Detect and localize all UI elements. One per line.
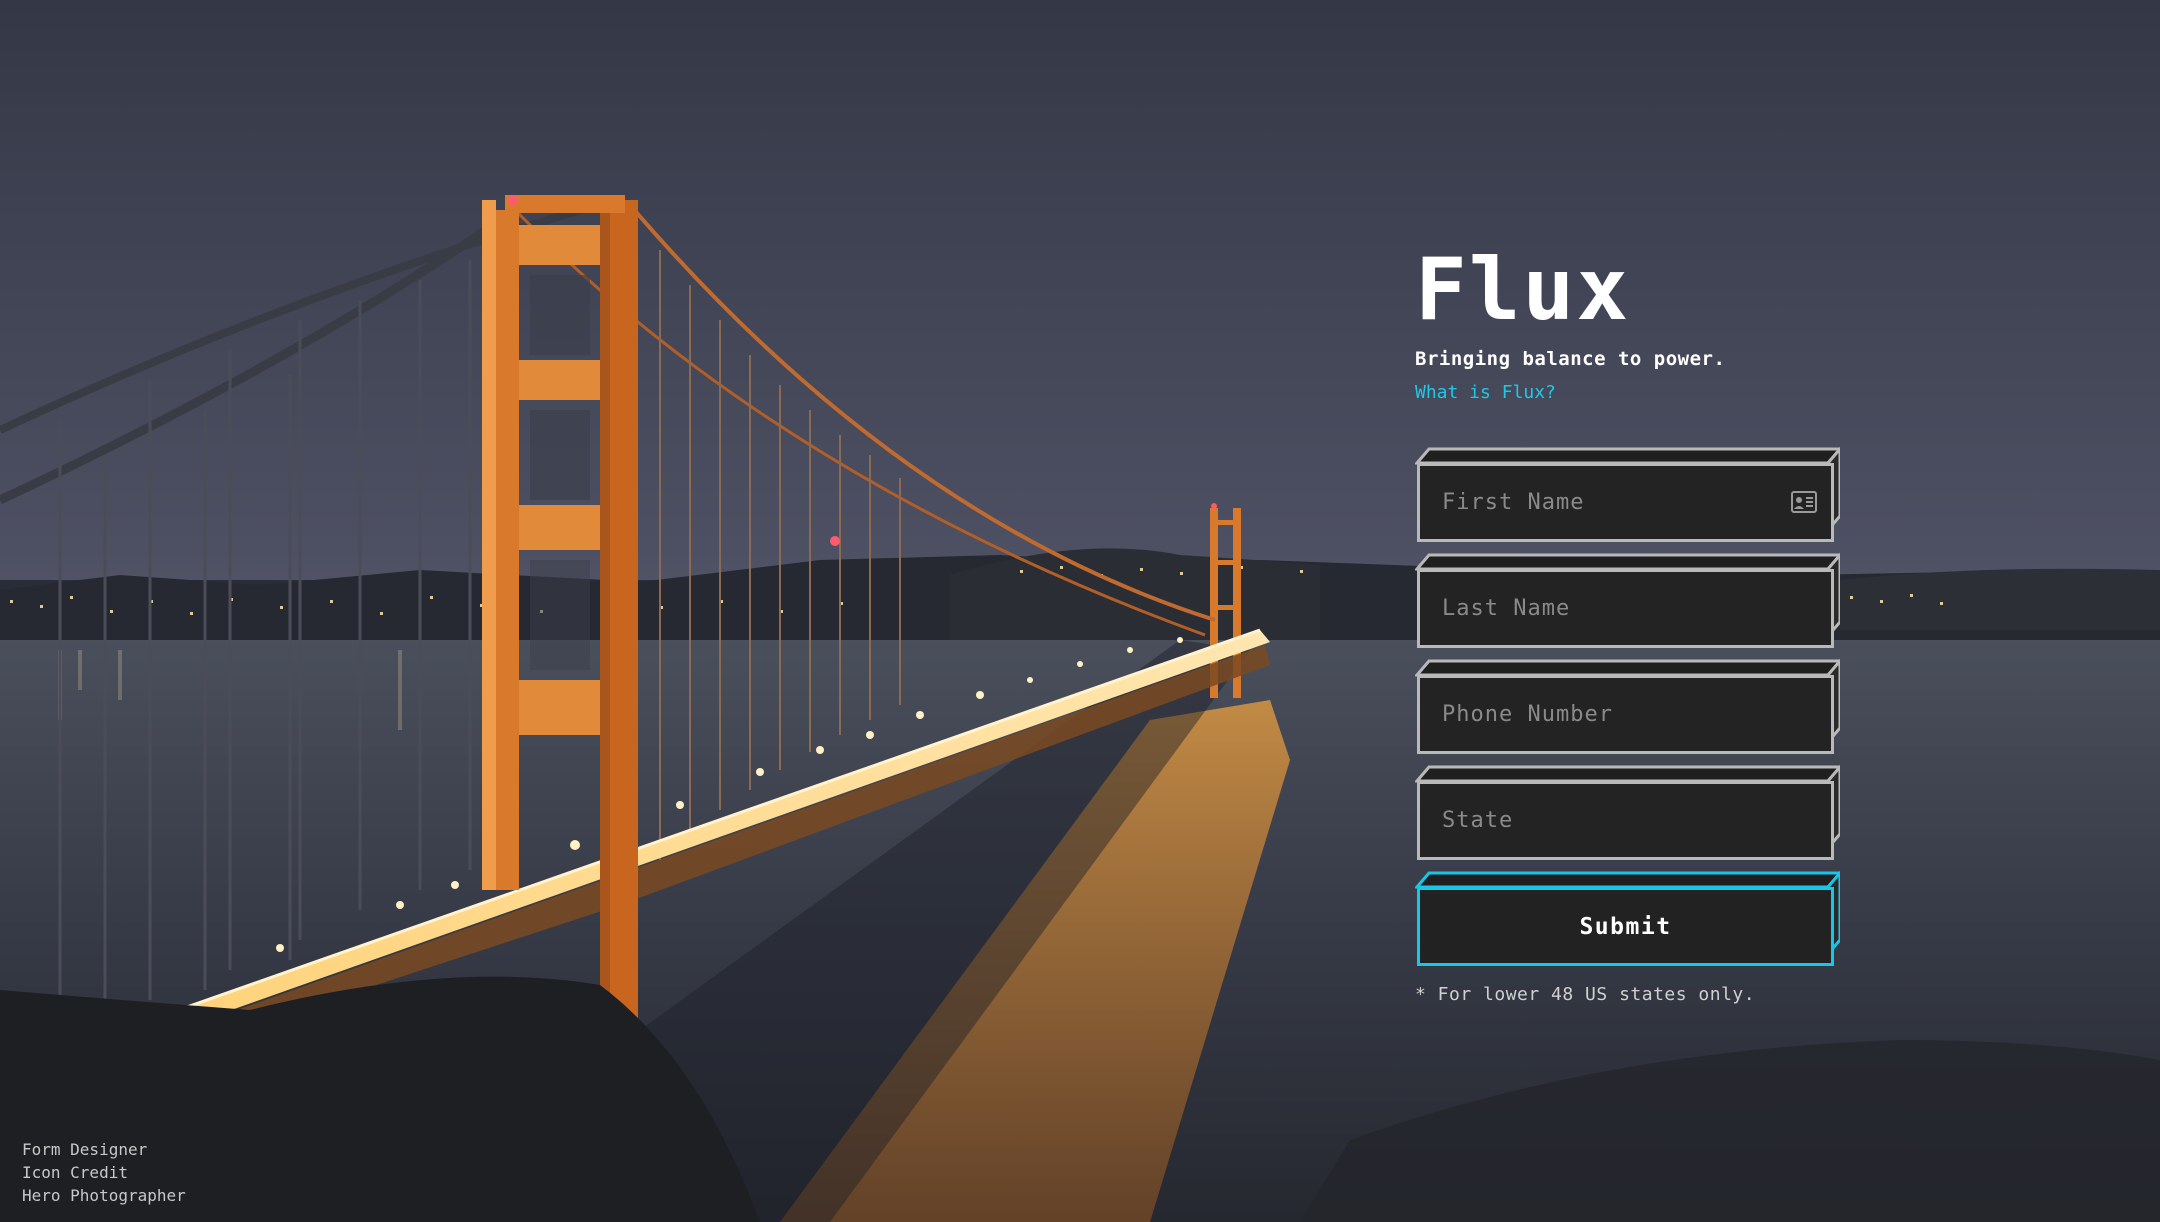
phone-number-field — [1415, 658, 1855, 754]
what-is-flux-link[interactable]: What is Flux? — [1415, 382, 1556, 403]
last-name-field — [1415, 552, 1855, 648]
last-name-input[interactable] — [1417, 569, 1834, 648]
signup-panel: Flux Bringing balance to power. What is … — [1415, 240, 1855, 1005]
submit-wrapper: Submit — [1415, 870, 1855, 966]
contact-card-icon — [1791, 491, 1817, 513]
hero-photographer-link[interactable]: Hero Photographer — [22, 1184, 186, 1207]
state-input[interactable] — [1417, 781, 1834, 860]
first-name-field — [1415, 446, 1855, 542]
credits: Form Designer Icon Credit Hero Photograp… — [22, 1138, 186, 1207]
first-name-input[interactable] — [1417, 463, 1834, 542]
state-field — [1415, 764, 1855, 860]
form-designer-link[interactable]: Form Designer — [22, 1138, 186, 1161]
icon-credit-link[interactable]: Icon Credit — [22, 1161, 186, 1184]
phone-number-input[interactable] — [1417, 675, 1834, 754]
submit-button[interactable]: Submit — [1417, 887, 1834, 966]
brand-title: Flux — [1415, 240, 1631, 340]
brand-tagline: Bringing balance to power. — [1415, 348, 1726, 370]
states-footnote: * For lower 48 US states only. — [1415, 984, 1756, 1005]
